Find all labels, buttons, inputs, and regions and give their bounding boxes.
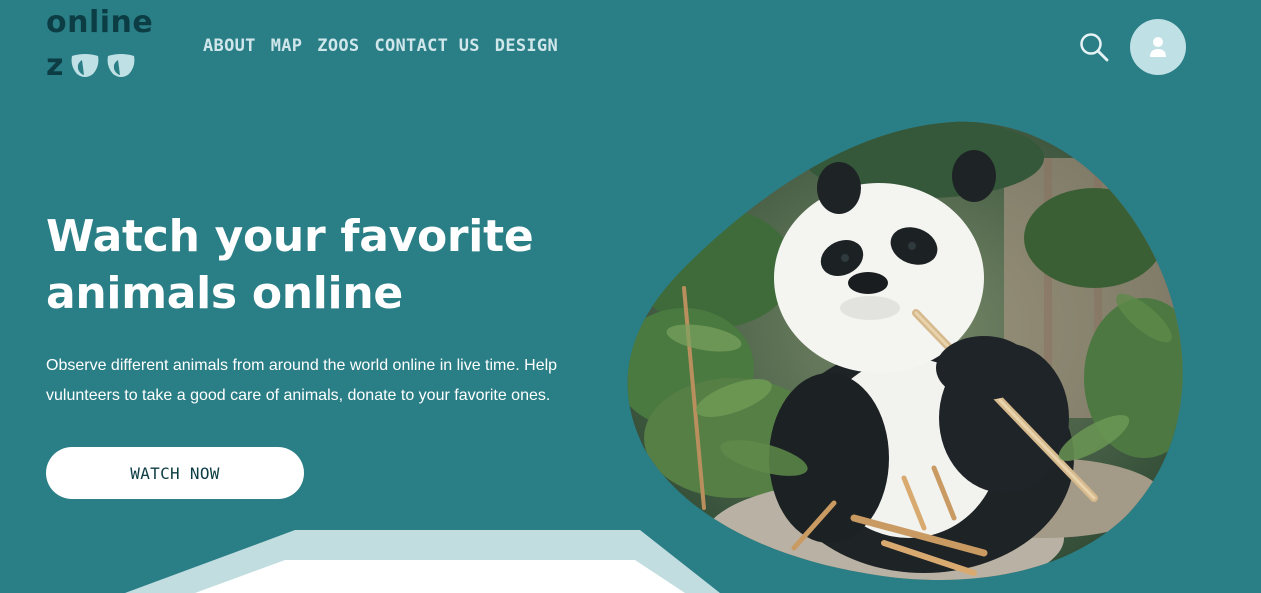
nav-map[interactable]: MAP xyxy=(271,36,303,56)
main-nav: ABOUT MAP ZOOS CONTACT US DESIGN xyxy=(203,36,558,56)
hero-subtitle: Observe different animals from around th… xyxy=(46,357,558,404)
nav-design[interactable]: DESIGN xyxy=(495,36,558,56)
nav-about[interactable]: ABOUT xyxy=(203,36,256,56)
watch-now-button[interactable]: WATCH NOW xyxy=(46,447,304,499)
search-icon xyxy=(1080,33,1109,62)
logo-eye-icon xyxy=(105,53,137,79)
search-button[interactable] xyxy=(1078,31,1110,63)
user-avatar-button[interactable] xyxy=(1130,19,1186,75)
nav-zoos[interactable]: ZOOS xyxy=(317,36,359,56)
nav-contact-us[interactable]: CONTACT US xyxy=(374,36,479,56)
bottom-card-decoration xyxy=(0,520,760,593)
logo-letter-z: z xyxy=(46,48,64,83)
logo-eye-icon xyxy=(69,53,101,79)
page: online z ABOUT MAP ZOOS CONTACT US DESIG… xyxy=(0,0,1261,593)
user-icon xyxy=(1150,37,1166,57)
site-logo[interactable]: online z xyxy=(46,8,161,84)
logo-zoo-mark: z xyxy=(46,51,137,81)
logo-text-online: online xyxy=(46,5,154,40)
hero-title: Watch your favorite animals online xyxy=(46,211,534,319)
